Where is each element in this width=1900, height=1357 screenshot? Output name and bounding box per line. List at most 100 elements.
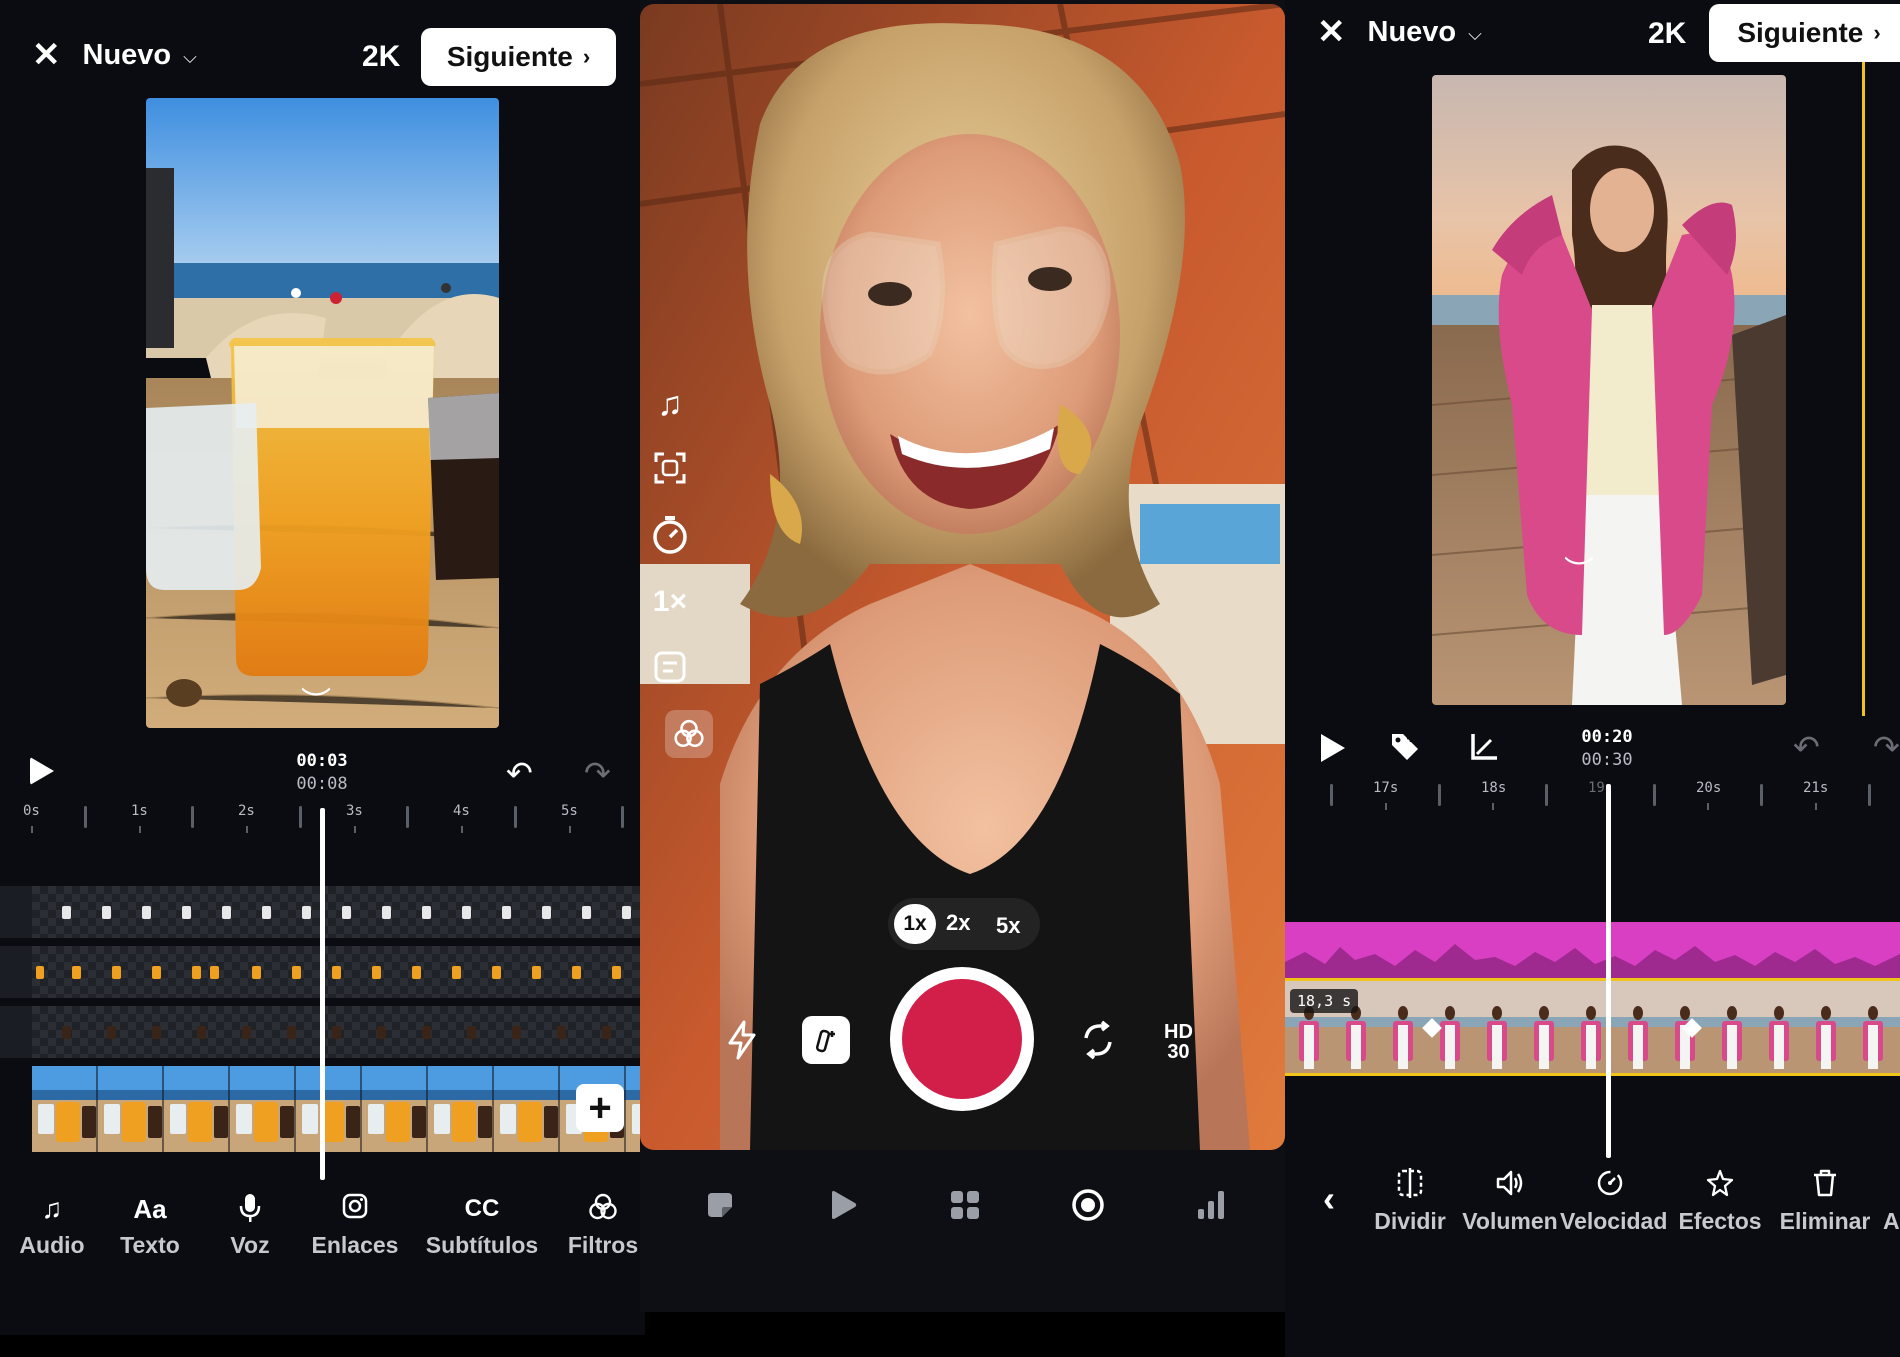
next-button[interactable]: Siguiente › [1709, 4, 1900, 62]
play-icon[interactable] [1321, 734, 1345, 762]
text-icon: Aa [133, 1194, 167, 1224]
speed-tool[interactable]: Velocidad [1560, 1168, 1668, 1235]
voice-tool[interactable]: Voz [210, 1192, 290, 1259]
zoom-option[interactable]: 2x [946, 910, 970, 936]
speed-icon[interactable]: 1× [640, 585, 700, 619]
music-icon[interactable]: ♫ [640, 385, 700, 424]
editor-header: ✕ Nuevo ⌵ [1317, 15, 1482, 49]
effects-tool[interactable]: Efectos [1670, 1168, 1770, 1235]
redo-icon[interactable]: ↷ [1873, 728, 1900, 766]
more-tool[interactable]: A [1883, 1168, 1900, 1235]
volume-icon [1450, 1168, 1570, 1204]
timecode: 00:20 00:30 [1557, 726, 1657, 772]
video-track[interactable]: 18,3 s [1285, 978, 1900, 1076]
quality-toggle[interactable]: HD 30 [1164, 1022, 1193, 1062]
split-icon [1360, 1168, 1460, 1204]
more-icon [1883, 1168, 1900, 1204]
audio-tool[interactable]: ♫ Audio [12, 1192, 92, 1259]
playhead[interactable] [1606, 784, 1611, 1158]
audio-track[interactable] [1285, 922, 1900, 978]
resolution-label[interactable]: 2K [362, 40, 400, 74]
video-preview[interactable]: ︶ [146, 98, 499, 728]
fps-label: 30 [1167, 1041, 1190, 1063]
subtitles-tool[interactable]: CC Subtítulos [418, 1192, 546, 1259]
layout-icon[interactable] [640, 650, 700, 693]
project-title[interactable]: Nuevo [1368, 16, 1457, 49]
timer-icon[interactable] [640, 515, 700, 564]
effects-wand-icon[interactable] [802, 1016, 850, 1064]
face-scan-icon[interactable] [640, 450, 700, 495]
tool-label: Velocidad [1560, 1208, 1668, 1234]
chevron-right-icon: › [582, 44, 591, 69]
tool-label: Volumen [1462, 1208, 1558, 1234]
overlay-clips [62, 906, 631, 919]
project-title[interactable]: Nuevo [83, 39, 172, 72]
record-icon[interactable] [1063, 1180, 1113, 1230]
ruler-label: 0s [23, 803, 40, 819]
resolution-label[interactable]: 2K [1648, 17, 1686, 51]
boardwalk-sunset-image [1432, 75, 1786, 705]
tool-label: Filtros [567, 1232, 639, 1258]
overlay-clips [62, 1026, 611, 1039]
play-icon[interactable] [818, 1180, 868, 1230]
effects-icon [1670, 1168, 1770, 1204]
crop-icon[interactable] [1467, 732, 1499, 769]
volume-tool[interactable]: Volumen [1450, 1168, 1570, 1235]
filters-icon [558, 1192, 645, 1228]
current-time: 00:03 [296, 751, 348, 771]
close-icon[interactable]: ✕ [32, 38, 61, 72]
flip-camera-icon[interactable] [1080, 1020, 1116, 1065]
chevron-down-icon[interactable]: ⌵ [183, 47, 197, 68]
redo-icon[interactable]: ↷ [584, 754, 611, 792]
ruler-label: 20s [1696, 780, 1722, 796]
add-keyframe-icon[interactable] [1388, 730, 1422, 769]
video-preview[interactable]: ︶ [1432, 75, 1786, 705]
sticker-icon[interactable] [695, 1180, 745, 1230]
tool-label: Audio [19, 1232, 85, 1258]
stats-icon[interactable] [1186, 1180, 1236, 1230]
ruler-label: 5s [561, 803, 578, 819]
tool-label: Texto [120, 1232, 180, 1258]
total-time: 00:30 [1581, 750, 1633, 770]
microphone-icon [210, 1192, 290, 1228]
record-button-inner [902, 979, 1022, 1099]
undo-icon[interactable]: ↶ [1793, 728, 1820, 766]
editor-panel-left: ✕ Nuevo ⌵ 2K Siguiente › ︶ 00:03 00:08 ↶… [0, 0, 645, 1335]
main-video-track[interactable]: + [32, 1066, 645, 1152]
filters-tool[interactable]: Filtros [558, 1192, 645, 1259]
zoom-option-selected[interactable]: 1x [894, 904, 936, 944]
delete-tool[interactable]: Eliminar [1775, 1168, 1875, 1235]
playhead[interactable] [320, 808, 325, 1180]
play-icon[interactable] [30, 757, 54, 785]
grid-icon[interactable] [940, 1180, 990, 1230]
collapse-chevron-icon[interactable]: ︶ [1564, 547, 1594, 591]
ruler-label: 18s [1481, 780, 1507, 796]
video-thumbnails [1285, 981, 1900, 1073]
ruler-label: 17s [1373, 780, 1399, 796]
flash-icon[interactable] [726, 1020, 758, 1069]
ruler-label: 3s [346, 803, 363, 819]
ruler-label: 1s [131, 803, 148, 819]
ruler-label: 21s [1803, 780, 1829, 796]
tool-label: Eliminar [1779, 1208, 1871, 1234]
links-tool[interactable]: Enlaces [305, 1192, 405, 1259]
beach-drinks-image [146, 98, 499, 728]
chevron-down-icon[interactable]: ⌵ [1468, 24, 1482, 45]
zoom-option[interactable]: 5x [996, 913, 1020, 939]
next-button[interactable]: Siguiente › [421, 28, 616, 86]
split-tool[interactable]: Dividir [1360, 1168, 1460, 1235]
close-icon[interactable]: ✕ [1317, 15, 1346, 49]
back-chevron-icon[interactable]: ‹ [1323, 1178, 1335, 1220]
record-button[interactable] [890, 967, 1034, 1111]
music-note-icon: ♫ [41, 1193, 63, 1224]
add-clip-button[interactable]: + [576, 1084, 624, 1132]
filters-icon[interactable] [665, 710, 713, 758]
text-tool[interactable]: Aa Texto [110, 1192, 190, 1259]
undo-icon[interactable]: ↶ [506, 754, 533, 792]
clip-duration-badge: 18,3 s [1290, 989, 1359, 1013]
total-time: 00:08 [296, 774, 348, 794]
ruler-label: 4s [453, 803, 470, 819]
camera-panel: ♫ 1× 1x 2x 5x HD 30 [640, 0, 1285, 1312]
trash-icon [1775, 1168, 1875, 1204]
collapse-chevron-icon[interactable]: ︶ [301, 678, 331, 722]
